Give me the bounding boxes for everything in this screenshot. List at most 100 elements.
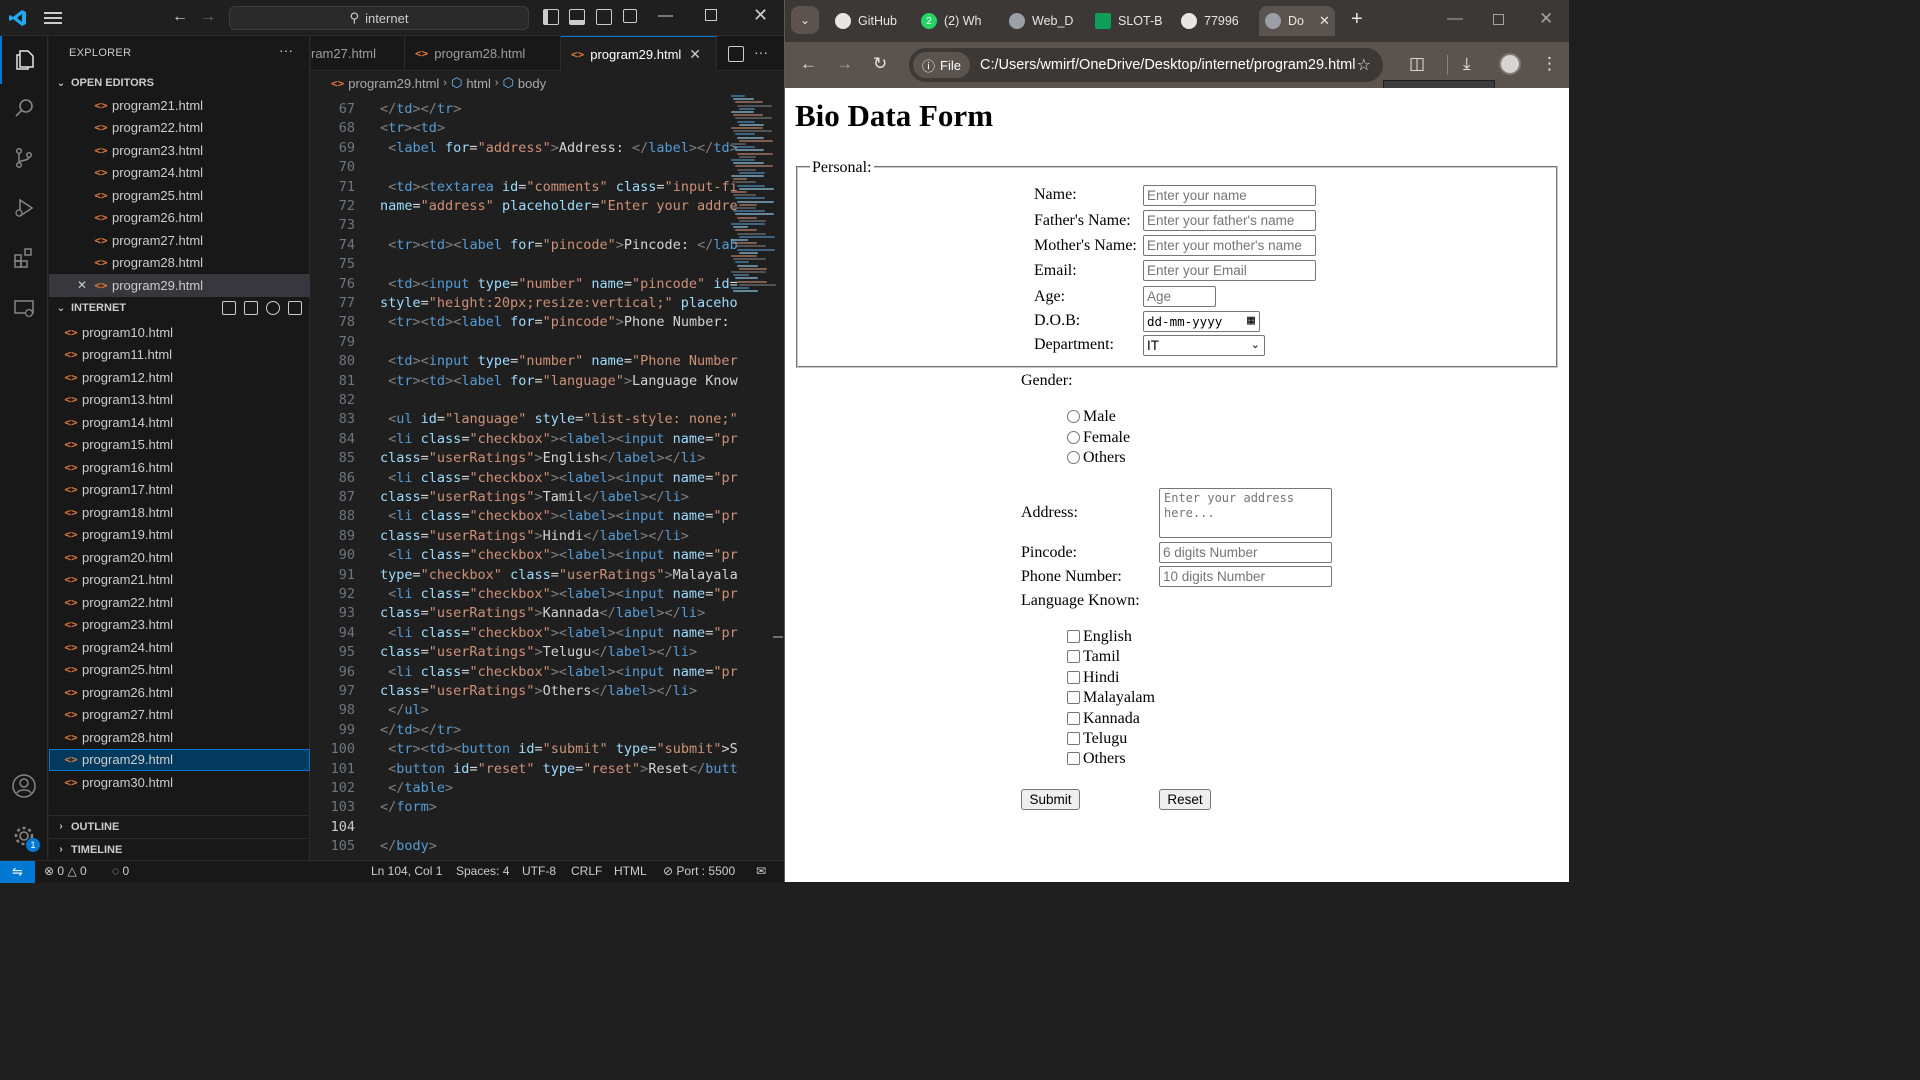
open-editors-header[interactable]: ⌄ OPEN EDITORS (49, 72, 310, 94)
forward-arrow-icon[interactable]: → (200, 8, 216, 26)
department-select[interactable]: IT ⌄ (1143, 335, 1265, 356)
collapse-all-icon[interactable] (288, 301, 302, 315)
new-file-icon[interactable] (222, 301, 236, 315)
run-debug-icon[interactable] (0, 184, 48, 232)
code-line[interactable]: </table> (380, 780, 453, 796)
tab-program27[interactable]: ram27.html (301, 36, 405, 71)
age-input[interactable]: Age (1143, 286, 1216, 307)
code-line[interactable]: <li class="checkbox"><label><input name=… (380, 664, 738, 680)
search-icon[interactable] (0, 84, 48, 132)
open-editor-item[interactable]: <> program23.html (49, 139, 310, 162)
folder-file-item[interactable]: <> program15.html (49, 434, 310, 457)
code-line[interactable]: <li class="checkbox"><label><input name=… (380, 547, 738, 563)
forward-arrow-icon[interactable]: → (836, 54, 853, 74)
gender-radio[interactable] (1067, 451, 1080, 464)
browser-tab-web[interactable]: Web_D (1003, 6, 1077, 36)
close-editor-icon[interactable]: ✕ (77, 278, 87, 292)
code-line[interactable]: <td><input type="number" name="Phone Num… (380, 353, 738, 369)
open-editor-item[interactable]: <> program26.html (49, 207, 310, 230)
minimap[interactable] (731, 95, 776, 295)
back-arrow-icon[interactable]: ← (172, 8, 188, 26)
open-editor-item[interactable]: <> program27.html (49, 229, 310, 252)
code-line[interactable]: class="userRatings">Tamil</label></li> (380, 489, 689, 505)
gender-radio[interactable] (1067, 410, 1080, 423)
open-editor-item[interactable]: <> program25.html (49, 184, 310, 207)
timeline-header[interactable]: › TIMELINE (49, 838, 310, 860)
folder-file-item[interactable]: <> program27.html (49, 704, 310, 727)
editor-scrollbar[interactable] (773, 636, 783, 638)
toggle-primary-sidebar-icon[interactable] (543, 9, 559, 25)
breadcrumb-body[interactable]: body (518, 76, 546, 91)
back-arrow-icon[interactable]: ← (800, 54, 817, 74)
downloads-icon[interactable]: ⤓ (1463, 54, 1471, 74)
open-editor-item[interactable]: <> program22.html (49, 117, 310, 140)
code-line[interactable]: class="userRatings">English</label></li> (380, 450, 705, 466)
browser-tab-slot[interactable]: SLOT-B (1089, 6, 1163, 36)
folder-file-item[interactable]: <> program21.html (49, 569, 310, 592)
code-line[interactable]: </body> (380, 838, 437, 854)
language-checkbox[interactable] (1067, 732, 1080, 745)
browser-tab-github-2[interactable]: 77996 (1175, 6, 1249, 36)
new-tab-icon[interactable]: + (1351, 8, 1363, 31)
code-line[interactable]: </td></tr> (380, 722, 461, 738)
folder-file-item[interactable]: <> program22.html (49, 591, 310, 614)
language-mode[interactable]: HTML (614, 864, 647, 878)
minimize-icon[interactable]: — (658, 7, 673, 24)
close-icon[interactable]: ✕ (753, 5, 768, 26)
folder-file-item[interactable]: <> program14.html (49, 411, 310, 434)
reload-icon[interactable]: ↻ (873, 54, 887, 74)
menu-icon[interactable] (44, 9, 64, 27)
toggle-secondary-sidebar-icon[interactable] (596, 9, 612, 25)
name-input[interactable]: Enter your name (1143, 185, 1316, 206)
gender-radio[interactable] (1067, 430, 1080, 444)
phone-input[interactable]: 10 digits Number (1159, 566, 1332, 587)
code-line[interactable]: <tr><td><label for="pincode">Phone Numbe… (380, 314, 729, 330)
dob-input[interactable]: dd-mm-yyyy ▦ (1143, 311, 1260, 332)
code-editor[interactable]: 67 </td></tr> 68 <tr><td> 69 <label for="add… (311, 95, 784, 860)
code-line[interactable]: <label for="address">Address: </label></… (380, 140, 738, 156)
folder-file-item[interactable]: <> program17.html (49, 479, 310, 502)
tab-search-icon[interactable]: ⌄ (791, 6, 819, 34)
code-line[interactable]: <button id="reset" type="reset">Reset</b… (380, 761, 738, 777)
code-line[interactable]: <li class="checkbox"><label><input name=… (380, 508, 738, 524)
breadcrumb-file[interactable]: program29.html (348, 76, 439, 91)
language-checkbox[interactable] (1067, 650, 1080, 664)
folder-file-item[interactable]: <> program12.html (49, 366, 310, 389)
encoding[interactable]: UTF-8 (522, 864, 556, 878)
source-control-icon[interactable] (0, 134, 48, 182)
language-checkbox[interactable] (1067, 691, 1080, 705)
more-actions-icon[interactable]: ··· (279, 42, 293, 58)
tab-program29[interactable]: <> program29.html ✕ (561, 36, 717, 71)
submit-button[interactable]: Submit (1021, 789, 1080, 810)
folder-file-item[interactable]: <> program10.html (49, 321, 310, 344)
remote-explorer-icon[interactable] (0, 284, 48, 332)
notifications-bell-icon[interactable]: ✉ (756, 864, 766, 878)
open-editor-item[interactable]: <> program24.html (49, 162, 310, 185)
code-line[interactable]: class="userRatings">Telugu</label></li> (380, 644, 697, 660)
maximize-icon[interactable] (1493, 14, 1504, 25)
reset-button[interactable]: Reset (1159, 789, 1211, 810)
address-textarea[interactable]: Enter your address here... (1159, 488, 1332, 538)
command-center-search[interactable]: ⚲ internet (229, 6, 529, 30)
code-line[interactable]: <tr><td><label for="language">Language K… (380, 373, 738, 389)
folder-file-item[interactable]: <> program20.html (49, 546, 310, 569)
close-tab-icon[interactable]: ✕ (1319, 13, 1330, 29)
folder-file-item[interactable]: <> program26.html (49, 681, 310, 704)
ports-indicator[interactable]: ◌ 0 (112, 864, 129, 878)
code-line[interactable]: </td></tr> (380, 101, 461, 117)
toggle-panel-icon[interactable] (569, 9, 585, 25)
explorer-icon[interactable] (0, 36, 48, 84)
browser-tab-github[interactable]: GitHub (829, 6, 903, 36)
code-line[interactable]: <td><textarea id="comments" class="input… (380, 179, 738, 195)
new-folder-icon[interactable] (244, 301, 258, 315)
code-line[interactable]: </form> (380, 799, 437, 815)
folder-file-item[interactable]: <> program30.html (49, 771, 310, 794)
language-checkbox[interactable] (1067, 752, 1080, 766)
code-line[interactable]: <tr><td><button id="submit" type="submit… (380, 741, 738, 757)
code-line[interactable]: <li class="checkbox"><label><input name=… (380, 431, 738, 447)
folder-file-item[interactable]: <> program28.html (49, 726, 310, 749)
open-editor-item[interactable]: <> program21.html (49, 94, 310, 117)
open-editor-item[interactable]: <> program28.html (49, 252, 310, 275)
code-line[interactable]: <tr><td> (380, 120, 445, 136)
folder-file-item[interactable]: <> program13.html (49, 389, 310, 412)
